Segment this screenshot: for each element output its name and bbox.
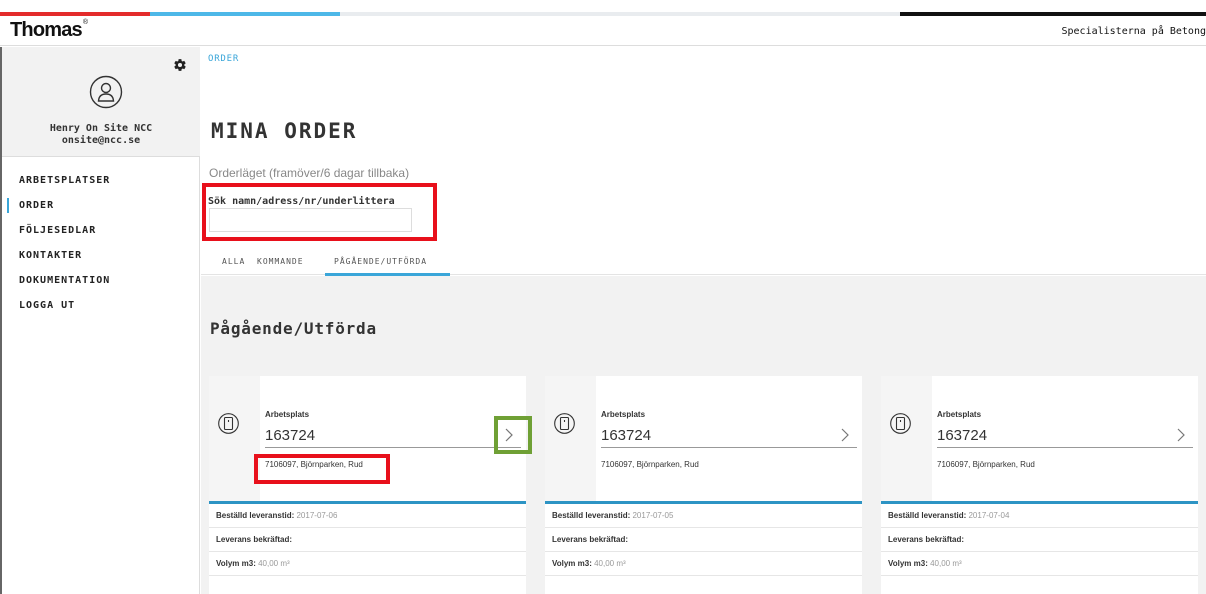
sidebar-item-logga-ut[interactable]: LOGGA UT — [2, 293, 200, 318]
chevron-right-icon[interactable] — [838, 428, 852, 442]
ordered-time-row: Beställd leveranstid: 2017-07-05 — [545, 504, 862, 528]
gear-icon[interactable] — [173, 58, 187, 72]
sidebar-item-arbetsplatser[interactable]: ARBETSPLATSER — [2, 168, 200, 193]
sidebar-item-kontakter[interactable]: KONTAKTER — [2, 243, 200, 268]
page-subtitle: Orderläget (framöver/6 dagar tillbaka) — [209, 166, 410, 180]
card-label: Arbetsplats — [265, 410, 310, 419]
card-address: 7106097, Björnparken, Rud — [937, 460, 1035, 469]
device-icon — [218, 413, 239, 434]
chevron-highlight-box — [494, 416, 532, 454]
card-address: 7106097, Björnparken, Rud — [601, 460, 699, 469]
tab-bar: ALLA KOMMANDE PÅGÅENDE/UTFÖRDA — [201, 247, 1206, 276]
sidebar-item-foljesedlar[interactable]: FÖLJESEDLAR — [2, 218, 200, 243]
company-name: Specialisterna på Betong — [1061, 26, 1206, 37]
ordered-time-row: Beställd leveranstid: 2017-07-06 — [209, 504, 526, 528]
order-card[interactable]: Arbetsplats 163724 7106097, Björnparken,… — [881, 376, 1198, 594]
tab-alla[interactable]: ALLA — [222, 257, 245, 266]
card-label: Arbetsplats — [601, 410, 646, 419]
main-content: ORDER MINA ORDER Orderläget (framöver/6 … — [201, 47, 1206, 594]
search-input[interactable] — [209, 208, 412, 232]
user-panel: Henry On Site NCC onsite@ncc.se — [2, 47, 200, 157]
chevron-right-icon[interactable] — [1174, 428, 1188, 442]
card-label: Arbetsplats — [937, 410, 982, 419]
user-name: Henry On Site NCC — [49, 123, 153, 134]
order-card[interactable]: Arbetsplats 163724 7106097, Björnparken,… — [545, 376, 862, 594]
card-number: 163724 — [601, 427, 652, 444]
device-icon — [554, 413, 575, 434]
confirmed-row: Leverans bekräftad: — [209, 528, 526, 552]
ordered-time-row: Beställd leveranstid: 2017-07-04 — [881, 504, 1198, 528]
sidebar: Henry On Site NCC onsite@ncc.se ARBETSPL… — [0, 47, 200, 594]
confirmed-row: Leverans bekräftad: — [545, 528, 862, 552]
volume-row: Volym m3: 40,00 m³ — [209, 552, 526, 576]
sidebar-item-order[interactable]: ORDER — [2, 193, 200, 218]
address-highlight-box — [254, 454, 390, 484]
volume-row: Volym m3: 40,00 m³ — [881, 552, 1198, 576]
sidebar-item-dokumentation[interactable]: DOKUMENTATION — [2, 268, 200, 293]
sidebar-nav: ARBETSPLATSER ORDER FÖLJESEDLAR KONTAKTE… — [2, 168, 200, 318]
orders-section: Pågående/Utförda Arbetsplats 163724 7106… — [201, 276, 1206, 594]
confirmed-row: Leverans bekräftad: — [881, 528, 1198, 552]
card-number: 163724 — [265, 427, 316, 444]
card-number: 163724 — [937, 427, 988, 444]
breadcrumb[interactable]: ORDER — [208, 54, 239, 64]
avatar-icon[interactable] — [89, 75, 123, 109]
volume-row: Volym m3: 40,00 m³ — [545, 552, 862, 576]
tab-pagaende-utforda[interactable]: PÅGÅENDE/UTFÖRDA — [334, 257, 427, 266]
order-card[interactable]: Arbetsplats 163724 7106097, Björnparken,… — [209, 376, 532, 594]
search-label: Sök namn/adress/nr/underlittera — [208, 196, 395, 207]
device-icon — [890, 413, 911, 434]
section-title: Pågående/Utförda — [210, 319, 377, 338]
page-title: MINA ORDER — [211, 119, 358, 143]
app-header: Thomas® Specialisterna på Betong — [0, 16, 1206, 46]
user-email: onsite@ncc.se — [61, 135, 141, 146]
logo[interactable]: Thomas® — [10, 19, 88, 42]
tab-kommande[interactable]: KOMMANDE — [257, 257, 304, 266]
